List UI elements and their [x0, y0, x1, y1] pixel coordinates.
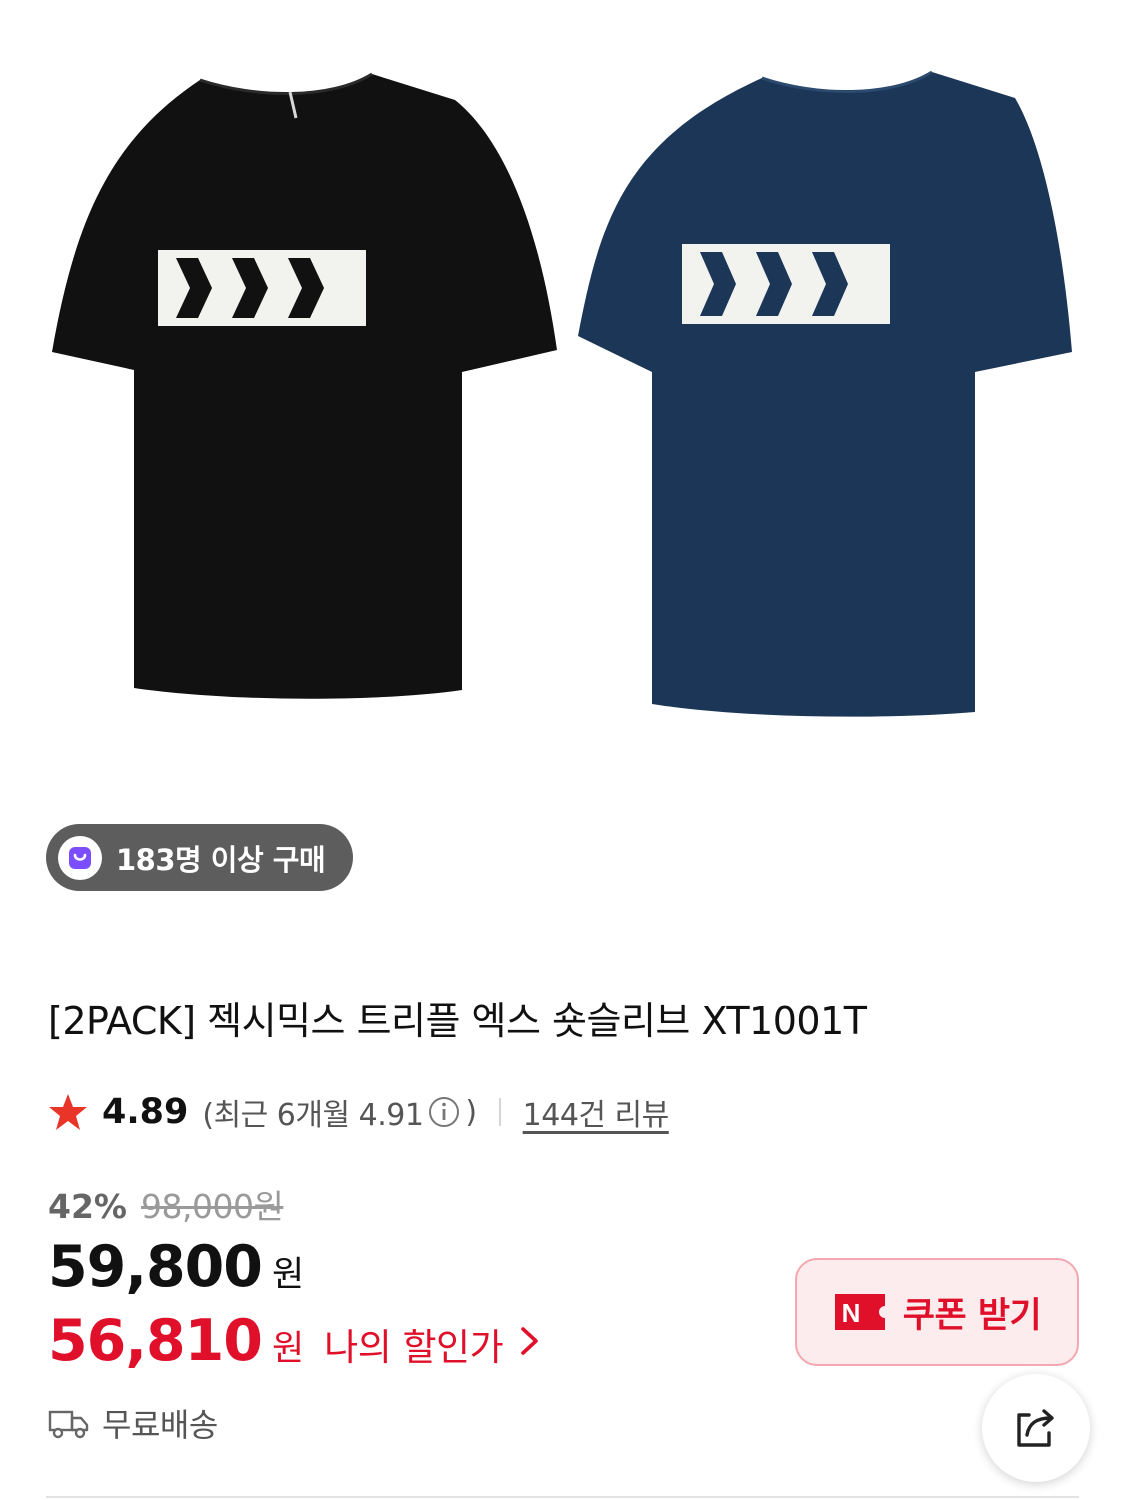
shipping-info: 무료배송: [48, 1400, 218, 1446]
recent-rating-text: (최근 6개월 4.91: [202, 1098, 424, 1133]
xxx-logo-left: [158, 250, 366, 326]
coupon-n-icon: N: [834, 1294, 885, 1330]
shipping-label: 무료배송: [102, 1406, 218, 1444]
my-price-row[interactable]: 56,810 원 나의 할인가: [48, 1308, 541, 1374]
coupon-label: 쿠폰 받기: [902, 1295, 1042, 1336]
recent-rating: (최근 6개월 4.91 ): [202, 1090, 477, 1134]
review-count-link[interactable]: 144건 리뷰: [523, 1090, 670, 1134]
black-tshirt: [52, 74, 557, 699]
xxx-logo-right: [682, 244, 890, 324]
sale-price-row: 59,800 원: [48, 1234, 304, 1300]
divider: [498, 1098, 501, 1126]
currency-label: 원: [271, 1255, 305, 1295]
original-price-row: 42% 98,000원: [48, 1180, 284, 1228]
chevron-right-icon: [521, 1327, 538, 1355]
product-title: [2PACK] 젝시믹스 트리플 엑스 숏슬리브 XT1001T: [48, 999, 867, 1043]
navy-tshirt: [578, 72, 1072, 717]
rating-score: 4.89: [102, 1092, 189, 1132]
product-photo: [52, 70, 1072, 717]
discount-rate: 42%: [48, 1187, 127, 1226]
product-image[interactable]: [0, 0, 1125, 790]
truck-icon: [48, 1410, 89, 1439]
shopping-bag-icon: [58, 835, 102, 880]
purchase-count-badge: 183명 이상 구매: [46, 824, 354, 891]
star-icon: [49, 1094, 87, 1130]
sale-price: 59,800: [48, 1234, 263, 1300]
my-currency-label: 원: [271, 1329, 305, 1369]
my-discount-price: 56,810: [48, 1308, 263, 1374]
section-divider: [46, 1496, 1079, 1498]
my-discount-label: 나의 할인가: [324, 1326, 504, 1369]
share-button[interactable]: [982, 1374, 1090, 1482]
recent-rating-close: ): [465, 1094, 477, 1130]
original-price: 98,000원: [141, 1187, 284, 1226]
info-icon[interactable]: [427, 1095, 461, 1129]
rating-row: 4.89 (최근 6개월 4.91 ) 144건 리뷰: [48, 1088, 669, 1136]
svg-text:N: N: [841, 1298, 860, 1328]
coupon-button[interactable]: N 쿠폰 받기: [795, 1258, 1079, 1366]
share-icon: [1017, 1409, 1054, 1447]
purchase-count-text: 183명 이상 구매: [116, 842, 326, 877]
